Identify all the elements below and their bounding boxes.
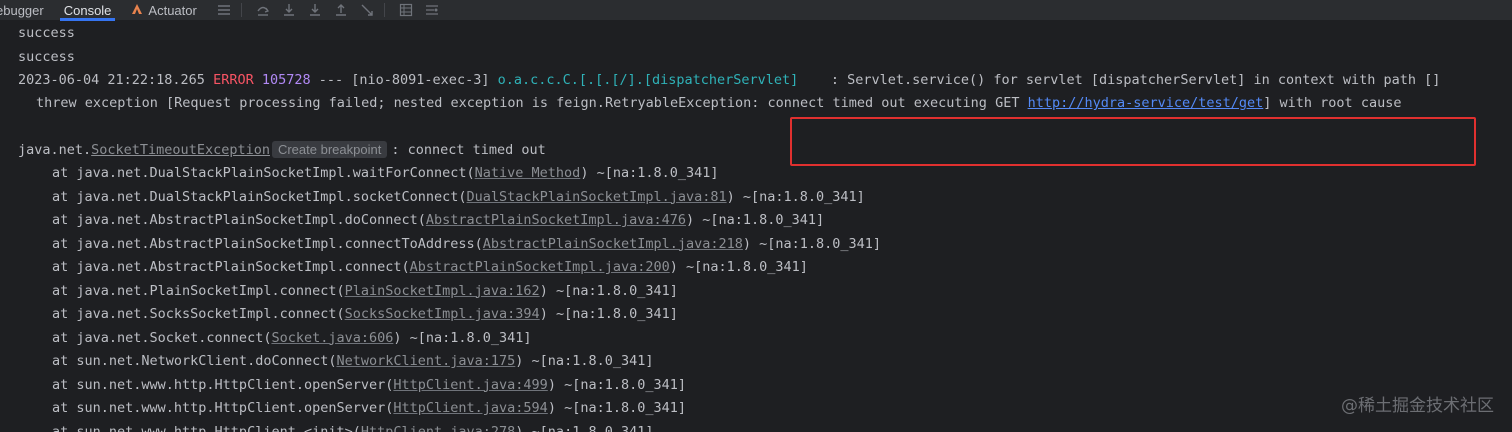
log-timestamp: 2023-06-04 21:22:18.265 [18,72,214,88]
exception-class-link[interactable]: SocketTimeoutException [91,142,270,158]
stack-frame-version: ) ~[na:1.8.0_341] [726,188,865,205]
stack-frame-version: ) ~[na:1.8.0_341] [515,423,654,432]
stack-frame: at java.net.PlainSocketImpl.connect(Plai… [52,282,678,300]
stack-frame-method: at java.net.AbstractPlainSocketImpl.conn… [52,235,483,252]
log-thread: --- [nio-8091-exec-3] [310,72,498,88]
stack-frame: at sun.net.NetworkClient.doConnect(Netwo… [52,352,653,370]
tab-actuator[interactable]: Actuator [121,0,206,20]
stack-frame-source-link[interactable]: Socket.java:606 [271,330,393,346]
console-line-text: success [18,25,75,41]
stack-frame-method: at sun.net.www.http.HttpClient.openServe… [52,400,394,416]
toolbar-separator [383,3,385,17]
trace-icon[interactable] [423,1,441,19]
stack-frame-method: at java.net.DualStackPlainSocketImpl.soc… [52,188,467,205]
stack-frame-version: ) ~[na:1.8.0_341] [393,329,532,346]
stack-frame-method: at java.net.PlainSocketImpl.connect( [52,282,345,299]
url-link[interactable]: http://hydra-service/test/get [1028,95,1264,111]
console-line: success [18,48,75,66]
tab-debugger[interactable]: ebugger [0,0,54,20]
stack-frame-source-link[interactable]: AbstractPlainSocketImpl.java:200 [410,259,670,275]
tab-console[interactable]: Console [54,0,122,21]
actuator-icon [131,3,143,18]
log-level: ERROR [213,72,254,88]
stack-frame: at sun.net.www.http.HttpClient.<init>(Ht… [52,423,653,432]
stack-frame-version: ) ~[na:1.8.0_341] [515,353,654,369]
log-pid: 105728 [261,72,311,88]
stack-frame-version: ) ~[na:1.8.0_341] [539,306,678,322]
stack-frame-method: at sun.net.www.http.HttpClient.<init>( [52,423,361,432]
log-message-end: ] with root cause [1263,95,1402,111]
console-log-line: 2023-06-04 21:22:18.265 ERROR 105728 ---… [18,71,1440,89]
tab-debugger-label: ebugger [0,2,44,18]
console-line-text: success [18,49,75,65]
stack-frame: at java.net.AbstractPlainSocketImpl.doCo… [52,211,824,229]
stack-frame-method: at java.net.Socket.connect( [52,329,272,346]
stack-frame-source-link[interactable]: AbstractPlainSocketImpl.java:476 [426,212,686,228]
stack-frame-source-link[interactable]: HttpClient.java:594 [393,400,547,416]
stack-frame-method: at java.net.AbstractPlainSocketImpl.conn… [52,259,410,275]
log-message-continued: threw exception [Request processing fail… [36,95,1028,111]
stack-frame: at java.net.Socket.connect(Socket.java:6… [52,329,532,347]
stack-frame-source-link[interactable]: AbstractPlainSocketImpl.java:218 [483,236,743,252]
force-step-into-icon[interactable] [306,1,324,19]
create-breakpoint-button[interactable]: Create breakpoint [271,141,388,158]
log-space [254,72,262,88]
stack-frame: at sun.net.www.http.HttpClient.openServe… [52,376,686,394]
stack-frame-version: ) ~[na:1.8.0_341] [742,235,882,252]
exception-package: java.net. [18,142,92,158]
console-line: success [18,24,75,42]
stack-frame-version: ) ~[na:1.8.0_341] [547,400,686,416]
run-to-cursor-icon[interactable] [358,1,376,19]
tab-actuator-label: Actuator [148,2,197,18]
stack-frame-version: ) ~[na:1.8.0_341] [547,376,686,393]
menu-icon[interactable] [215,1,233,19]
stack-frame-method: at java.net.AbstractPlainSocketImpl.doCo… [52,212,426,228]
evaluate-icon[interactable] [397,1,415,19]
stack-frame-version: ) ~[na:1.8.0_341] [685,212,825,228]
stack-frame-version: ) ~[na:1.8.0_341] [539,282,678,299]
stack-frame: at java.net.DualStackPlainSocketImpl.soc… [52,188,865,206]
step-out-icon[interactable] [332,1,350,19]
stack-frame-method: at sun.net.NetworkClient.doConnect( [52,353,337,369]
exception-line: java.net.SocketTimeoutException Create br… [18,141,546,159]
stack-frame-source-link[interactable]: DualStackPlainSocketImpl.java:81 [467,189,727,205]
annotation-highlight-box [790,117,1476,166]
stack-frame: at java.net.AbstractPlainSocketImpl.conn… [52,235,881,253]
tab-console-label: Console [63,2,112,18]
watermark: @稀土掘金技术社区 [1341,396,1494,416]
stack-frame-method: at sun.net.www.http.HttpClient.openServe… [52,376,394,393]
stack-frame-source-link[interactable]: PlainSocketImpl.java:162 [345,283,540,299]
console-output[interactable]: success success 2023-06-04 21:22:18.265 … [0,21,1512,432]
console-log-line-continued: threw exception [Request processing fail… [36,94,1401,112]
stack-frame-source-link[interactable]: SocksSocketImpl.java:394 [345,306,540,322]
stack-frame: at java.net.DualStackPlainSocketImpl.wai… [52,164,718,182]
step-into-icon[interactable] [280,1,298,19]
log-message: : Servlet.service() for servlet [dispatc… [798,72,1441,88]
stack-frame-source-link[interactable]: HttpClient.java:499 [393,377,547,393]
stack-frame: at java.net.SocksSocketImpl.connect(Sock… [52,305,678,323]
tool-window-tabbar: ebugger Console Actuator [0,0,1512,21]
exception-message: : connect timed out [391,142,546,158]
stack-frame-source-link[interactable]: NetworkClient.java:175 [336,353,515,369]
stack-frame: at sun.net.www.http.HttpClient.openServe… [52,399,686,417]
step-over-icon[interactable] [254,1,272,19]
log-logger-name: o.a.c.c.C.[.[.[/].[dispatcherServlet] [497,72,799,88]
stack-frame-source-link[interactable]: HttpClient.java:278 [361,424,515,432]
stack-frame-method: at java.net.SocksSocketImpl.connect( [52,306,345,322]
toolbar-separator [240,3,242,17]
stack-frame: at java.net.AbstractPlainSocketImpl.conn… [52,258,808,276]
stack-frame-method: at java.net.DualStackPlainSocketImpl.wai… [52,165,475,181]
stack-frame-version: ) ~[na:1.8.0_341] [669,259,808,275]
stack-frame-source-link[interactable]: Native Method [475,165,581,181]
stack-frame-version: ) ~[na:1.8.0_341] [580,165,719,181]
